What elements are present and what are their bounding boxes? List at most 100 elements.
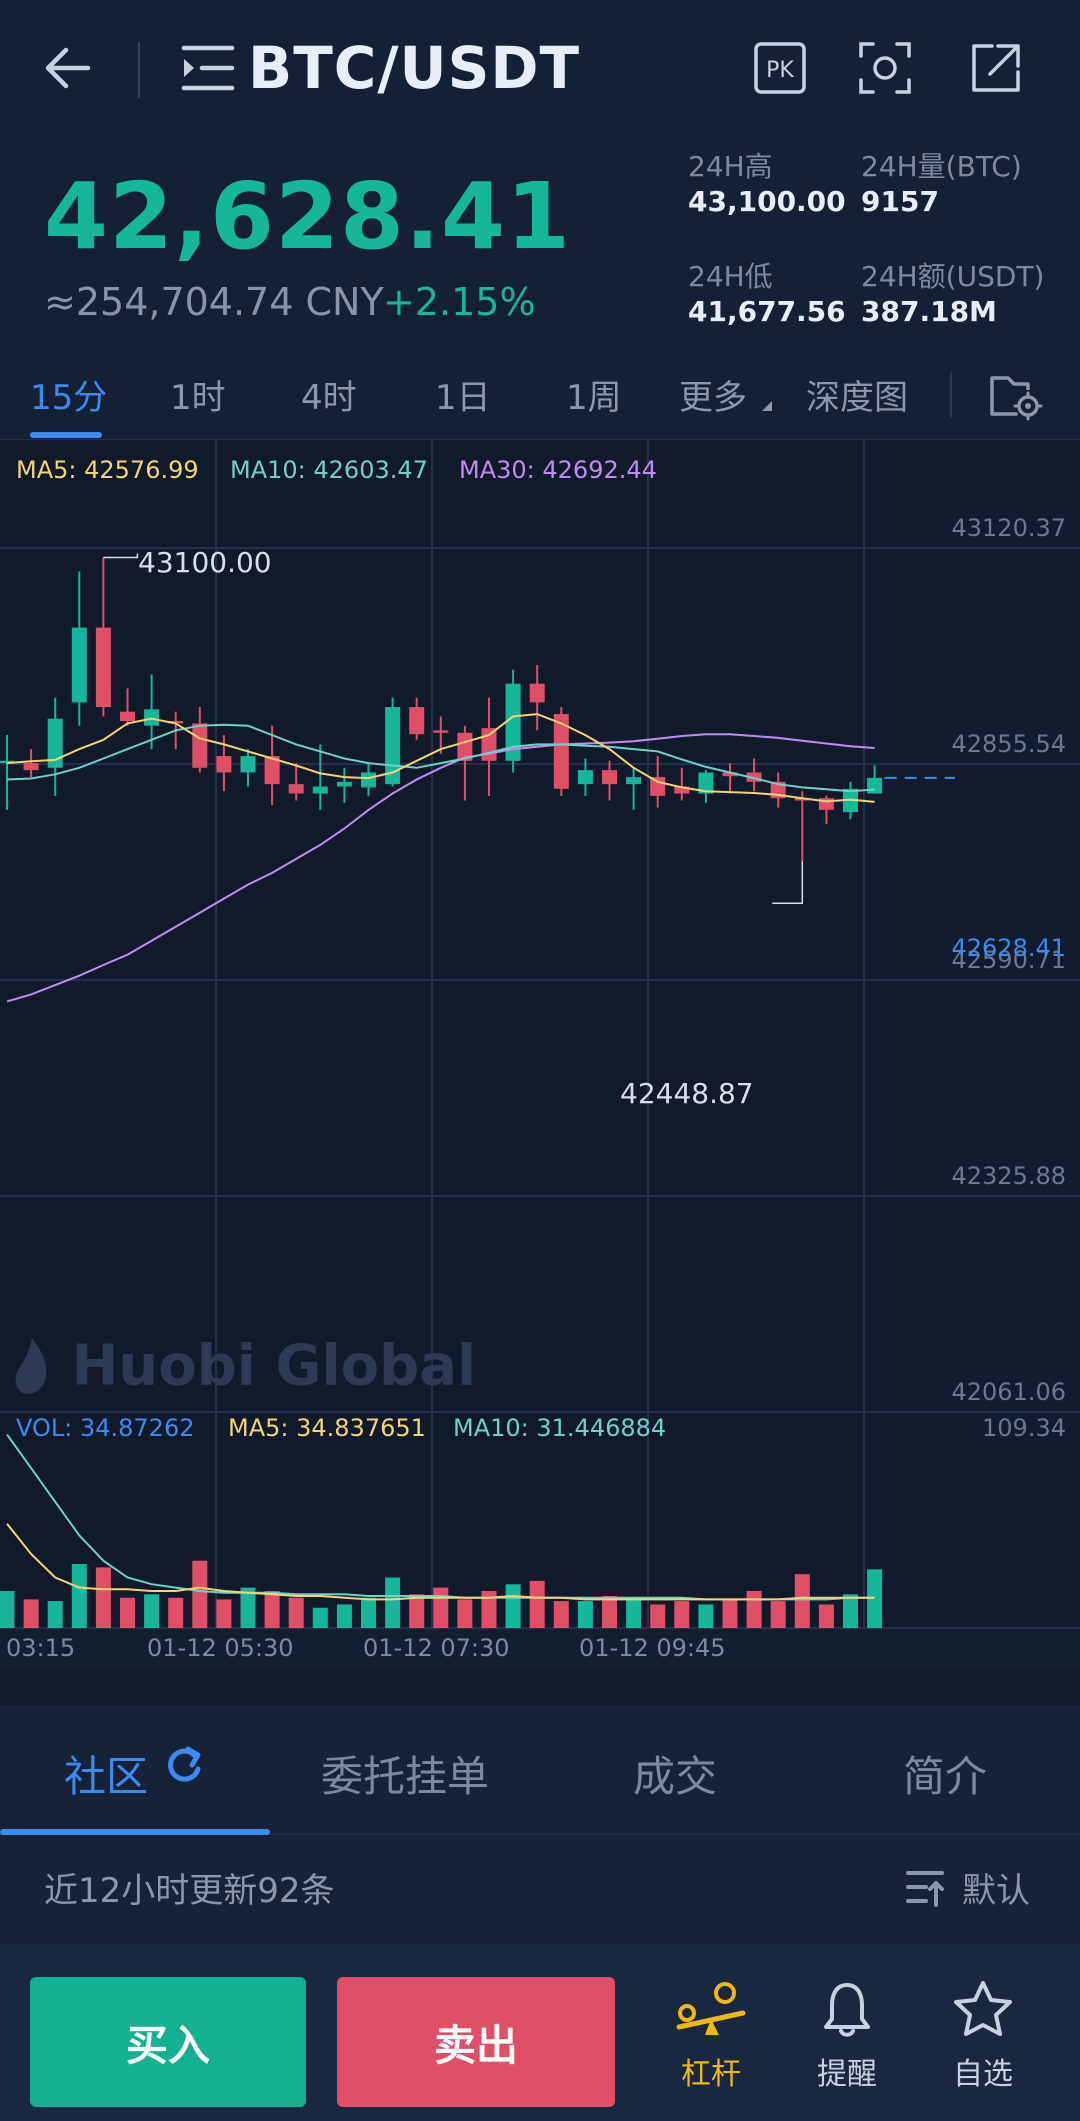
price-axis-label-1: 43120.37 (951, 514, 1066, 542)
amount-24h-label: 24H额(USDT) (861, 260, 1045, 293)
candle-body (626, 777, 642, 785)
tab-open-orders[interactable]: 委托挂单 (321, 1743, 489, 1804)
alert-label: 提醒 (817, 2057, 877, 2092)
feed-update-text: 近12小时更新92条 (44, 1871, 335, 1911)
volume-axis-max: 109.34 (982, 1414, 1066, 1442)
header-divider (138, 42, 140, 98)
alert-button[interactable]: 提醒 (787, 1979, 907, 2109)
candle-body (481, 728, 497, 761)
volume-bar (626, 1597, 642, 1628)
leverage-icon (676, 1982, 746, 2035)
high-24h-value: 43,100.00 (688, 185, 846, 218)
candle-body (23, 763, 39, 771)
volume-24h-label: 24H量(BTC) (861, 150, 1022, 183)
leverage-label: 杠杆 (681, 2057, 741, 2092)
low-price-marker: 42448.87 (620, 1077, 754, 1110)
share-icon[interactable] (968, 40, 1024, 96)
chart-settings-icon[interactable] (988, 370, 1044, 422)
back-arrow-icon[interactable] (40, 38, 100, 98)
tab-4h[interactable]: 4时 (301, 370, 357, 419)
screenshot-icon[interactable] (857, 40, 913, 96)
watchlist-button[interactable]: 自选 (923, 1979, 1043, 2109)
candle-body (312, 786, 328, 794)
volume-24h-value: 9157 (861, 185, 939, 218)
volume-bar (650, 1604, 666, 1628)
tab-more-label: 更多 (679, 378, 747, 418)
tab-trades[interactable]: 成交 (633, 1743, 717, 1804)
time-label-3: 01-12 07:30 (363, 1634, 510, 1662)
pk-icon[interactable]: PK (752, 40, 808, 96)
volume-bar (433, 1587, 449, 1628)
volume-bar (312, 1607, 328, 1628)
volume-bar (577, 1601, 593, 1628)
sell-button[interactable]: 卖出 (337, 1977, 615, 2107)
volume-bar (192, 1560, 208, 1628)
volume-bar (385, 1577, 401, 1628)
star-icon (954, 1981, 1012, 2036)
volume-bar (144, 1594, 160, 1628)
pair-title[interactable]: BTC/USDT (248, 34, 580, 102)
candle-body (602, 770, 617, 785)
volume-bar (23, 1599, 39, 1628)
volume-bar (457, 1599, 473, 1628)
trade-footer: 买入 卖出 杠杆 提醒 自选 (0, 1945, 1080, 2121)
bell-icon (824, 1983, 870, 2037)
volume-bar (794, 1574, 810, 1628)
tab-1d[interactable]: 1日 (435, 370, 491, 419)
candle-body (577, 770, 593, 785)
buy-button[interactable]: 买入 (30, 1977, 306, 2107)
time-label-1: 03:15 (6, 1634, 76, 1662)
last-price: 42,628.41 (44, 163, 571, 270)
volume-bar (505, 1584, 521, 1628)
volume-bar (0, 1590, 15, 1628)
candle-body (336, 781, 352, 787)
volume-bar (264, 1590, 280, 1628)
volume-bar (553, 1601, 569, 1628)
candle-body (95, 627, 111, 708)
volume-bar (336, 1604, 352, 1628)
tab-depth-chart[interactable]: 深度图 (806, 370, 908, 419)
kline-chart[interactable]: Huobi Global MA5: 42576.99 MA10: 42603.4… (0, 440, 1080, 1670)
tab-1h[interactable]: 1时 (170, 370, 226, 419)
tab-intro[interactable]: 简介 (903, 1743, 987, 1804)
vol-ma5-legend: MA5: 34.837651 (228, 1414, 426, 1442)
ma10-legend: MA10: 42603.47 (230, 456, 428, 484)
low-24h-value: 41,677.56 (688, 295, 846, 328)
tab-more[interactable]: 更多 (679, 370, 774, 419)
tab-1w[interactable]: 1周 (566, 370, 622, 419)
price-axis-label-4: 42325.88 (951, 1162, 1066, 1190)
top-bar: BTC/USDT PK (0, 0, 1080, 145)
candle-body (433, 730, 449, 733)
price-summary: 42,628.41 ≈254,704.74 CNY +2.15% 24H高 43… (0, 145, 1080, 350)
candle-body (71, 627, 87, 703)
refresh-icon[interactable] (162, 1743, 206, 1787)
dropdown-triangle-icon (761, 401, 772, 411)
volume-bar (216, 1599, 232, 1628)
volume-bar (818, 1604, 834, 1628)
sort-icon[interactable] (904, 1865, 948, 1909)
interval-tabs: 15分 1时 4时 1日 1周 更多 深度图 (0, 350, 1080, 440)
volume-bar (529, 1580, 545, 1628)
watermark: Huobi Global (12, 1330, 476, 1398)
volume-bar (602, 1596, 617, 1628)
leverage-button[interactable]: 杠杆 (651, 1979, 771, 2109)
volume-bar (120, 1597, 135, 1628)
candle-body (650, 777, 666, 796)
vol-legend: VOL: 34.87262 (16, 1414, 195, 1442)
candle-body (120, 711, 135, 722)
tabs-separator (950, 372, 952, 418)
volume-bar (746, 1590, 762, 1628)
candle-body (192, 723, 208, 768)
sort-label[interactable]: 默认 (962, 1863, 1030, 1912)
kline-chart-canvas[interactable] (0, 440, 1080, 1670)
ma5-legend: MA5: 42576.99 (16, 456, 199, 484)
volume-bar (288, 1597, 304, 1628)
pair-menu-icon[interactable] (180, 40, 238, 96)
tab-community[interactable]: 社区 (64, 1743, 148, 1804)
tab-15m[interactable]: 15分 (30, 370, 107, 419)
price-axis-label-5: 42061.06 (951, 1378, 1066, 1406)
volume-bar (770, 1601, 786, 1628)
content-tabs: 社区 委托挂单 成交 简介 (0, 1705, 1080, 1835)
volume-bar (361, 1597, 376, 1628)
volume-bar (674, 1601, 690, 1628)
